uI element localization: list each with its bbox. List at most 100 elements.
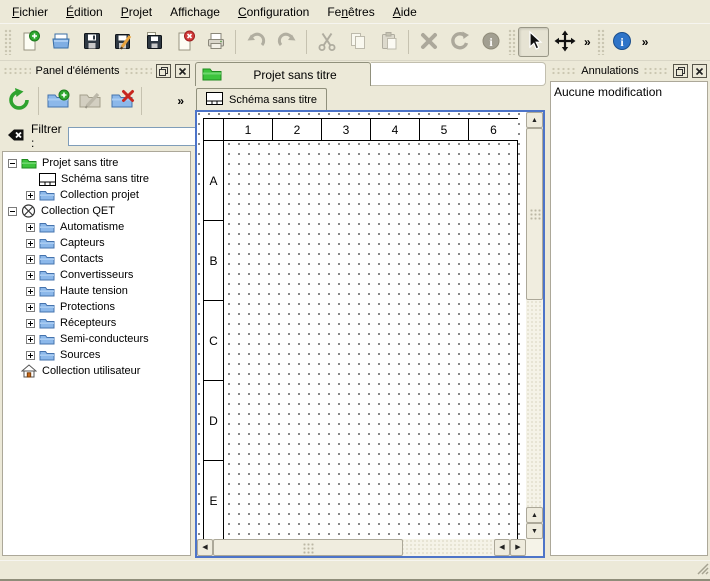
new-document-icon bbox=[19, 30, 41, 55]
toolbar-copy[interactable] bbox=[342, 27, 373, 57]
vertical-scroll-thumb[interactable] bbox=[526, 128, 543, 300]
tree-expander-minus[interactable] bbox=[8, 207, 17, 216]
paste-icon bbox=[378, 30, 400, 55]
scroll-right-button[interactable]: ▶ bbox=[510, 539, 526, 556]
tree-expander-plus[interactable] bbox=[26, 351, 35, 360]
tree-expander-plus[interactable] bbox=[26, 191, 35, 200]
tree-expander-plus[interactable] bbox=[26, 335, 35, 344]
tree-item-convertisseurs[interactable]: Convertisseurs bbox=[3, 267, 190, 283]
panel-edit-category[interactable] bbox=[74, 85, 106, 117]
tree-item-haute-tension[interactable]: Haute tension bbox=[3, 283, 190, 299]
close-panel-button[interactable] bbox=[175, 64, 190, 78]
tree-item-protections[interactable]: Protections bbox=[3, 299, 190, 315]
toolbar-handle[interactable] bbox=[597, 29, 605, 55]
save-as-icon bbox=[112, 30, 134, 55]
panel-new-category[interactable] bbox=[42, 85, 74, 117]
toolbar-delete[interactable] bbox=[413, 27, 444, 57]
tree-item-semi-conducteurs[interactable]: Semi-conducteurs bbox=[3, 331, 190, 347]
toolbar-save-all[interactable] bbox=[138, 27, 169, 57]
schema-tab[interactable]: Schéma sans titre bbox=[196, 88, 327, 110]
tree-item-label: Haute tension bbox=[60, 285, 128, 297]
horizontal-scrollbar[interactable]: ◀ ◀ ▶ bbox=[197, 539, 526, 556]
dock-drag-handle[interactable] bbox=[124, 67, 152, 75]
toolbar-print[interactable] bbox=[200, 27, 231, 57]
menu-affichage[interactable]: Affichage bbox=[161, 2, 229, 22]
tab-bar-empty-area bbox=[371, 62, 546, 86]
tree-item-sources[interactable]: Sources bbox=[3, 347, 190, 363]
dock-drag-handle[interactable] bbox=[3, 67, 31, 75]
scroll-up-button[interactable]: ▲ bbox=[526, 507, 543, 523]
schema-icon bbox=[39, 173, 56, 186]
toolbar-paste[interactable] bbox=[373, 27, 404, 57]
scroll-down-button[interactable]: ▼ bbox=[526, 523, 543, 539]
tree-expander-plus[interactable] bbox=[26, 271, 35, 280]
project-tab[interactable]: Projet sans titre bbox=[195, 62, 371, 86]
tree-item-automatisme[interactable]: Automatisme bbox=[3, 219, 190, 235]
menu-aide[interactable]: Aide bbox=[384, 2, 426, 22]
toolbar-undo[interactable] bbox=[240, 27, 271, 57]
toolbar-overflow-chevron[interactable]: » bbox=[638, 35, 653, 49]
scroll-up-button[interactable]: ▲ bbox=[526, 112, 543, 128]
filter-row: Filtrer : bbox=[0, 122, 193, 150]
panel-overflow-chevron[interactable]: » bbox=[177, 94, 184, 108]
close-panel-button[interactable] bbox=[692, 64, 707, 78]
tree-item-recepteurs[interactable]: Récepteurs bbox=[3, 315, 190, 331]
toolbar-handle[interactable] bbox=[4, 29, 12, 55]
toolbar-rotate[interactable] bbox=[444, 27, 475, 57]
toolbar-redo[interactable] bbox=[271, 27, 302, 57]
toolbar-move-tool[interactable] bbox=[549, 27, 580, 57]
horizontal-scroll-track[interactable] bbox=[403, 539, 494, 556]
tree-item-collection-projet[interactable]: Collection projet bbox=[3, 187, 190, 203]
panel-delete-category[interactable] bbox=[106, 85, 138, 117]
tree-item-projet-sans-titre[interactable]: Projet sans titre bbox=[3, 155, 190, 171]
folder-icon bbox=[39, 301, 55, 313]
tree-item-schema-sans-titre[interactable]: Schéma sans titre bbox=[3, 171, 190, 187]
toolbar-open[interactable] bbox=[45, 27, 76, 57]
float-panel-button[interactable] bbox=[156, 64, 171, 78]
vertical-scroll-track[interactable] bbox=[526, 300, 543, 507]
tree-expander-plus[interactable] bbox=[26, 303, 35, 312]
toolbar-save-as[interactable] bbox=[107, 27, 138, 57]
dock-drag-handle[interactable] bbox=[643, 67, 669, 75]
panel-reload[interactable] bbox=[3, 85, 35, 117]
toolbar-information-gray[interactable]: i bbox=[475, 27, 506, 57]
clear-filter-icon[interactable] bbox=[7, 128, 25, 145]
undo-list-item[interactable]: Aucune modification bbox=[551, 83, 707, 100]
toolbar-select-tool[interactable] bbox=[518, 27, 549, 57]
tree-expander-plus[interactable] bbox=[26, 287, 35, 296]
dock-drag-handle[interactable] bbox=[551, 67, 577, 75]
tree-expander-minus[interactable] bbox=[8, 159, 17, 168]
tree-item-contacts[interactable]: Contacts bbox=[3, 251, 190, 267]
menu-fenetres[interactable]: Fenêtres bbox=[318, 2, 383, 22]
menu-configuration[interactable]: Configuration bbox=[229, 2, 318, 22]
folder-icon bbox=[39, 269, 55, 281]
menu-fichier[interactable]: Fichier bbox=[3, 2, 57, 22]
toolbar-overflow-chevron[interactable]: » bbox=[580, 35, 595, 49]
redo-icon bbox=[276, 30, 298, 55]
float-panel-button[interactable] bbox=[673, 64, 688, 78]
tree-expander-plus[interactable] bbox=[26, 239, 35, 248]
vertical-scrollbar[interactable]: ▲ ▲ ▼ bbox=[526, 112, 543, 539]
resize-grip[interactable] bbox=[696, 562, 709, 578]
scroll-left-button[interactable]: ◀ bbox=[197, 539, 213, 556]
tree-item-collection-utilisateur[interactable]: Collection utilisateur bbox=[3, 363, 190, 379]
toolbar-info-blue[interactable]: i bbox=[607, 27, 638, 57]
toolbar-cut[interactable] bbox=[311, 27, 342, 57]
tree-item-capteurs[interactable]: Capteurs bbox=[3, 235, 190, 251]
diagram-canvas[interactable]: 123456 ABCDE bbox=[197, 112, 526, 539]
tree-expander-plus[interactable] bbox=[26, 319, 35, 328]
toolbar-close-file[interactable] bbox=[169, 27, 200, 57]
tree-expander-plus[interactable] bbox=[26, 223, 35, 232]
save-icon bbox=[81, 30, 103, 55]
tree-item-collection-qet[interactable]: Collection QET bbox=[3, 203, 190, 219]
toolbar-new-document[interactable] bbox=[14, 27, 45, 57]
menu-projet[interactable]: Projet bbox=[112, 2, 161, 22]
menu-edition[interactable]: Édition bbox=[57, 2, 112, 22]
toolbar-handle[interactable] bbox=[508, 29, 516, 55]
scroll-left-button[interactable]: ◀ bbox=[494, 539, 510, 556]
horizontal-scroll-thumb[interactable] bbox=[213, 539, 403, 556]
tree-expander-plus[interactable] bbox=[26, 255, 35, 264]
tree-item-label: Collection projet bbox=[60, 189, 139, 201]
toolbar-save[interactable] bbox=[76, 27, 107, 57]
delete-folder-icon bbox=[109, 87, 135, 116]
